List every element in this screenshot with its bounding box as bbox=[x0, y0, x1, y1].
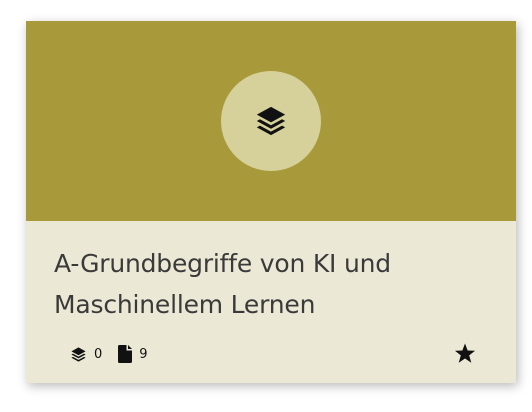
documents-count: 9 bbox=[139, 346, 148, 362]
card-title[interactable]: A-Grundbegriffe von KI und Maschinellem … bbox=[54, 243, 488, 325]
card-header bbox=[26, 21, 516, 221]
modules-count: 0 bbox=[94, 346, 103, 362]
layers-icon bbox=[256, 106, 286, 136]
header-icon-circle bbox=[221, 71, 321, 171]
card-body: A-Grundbegriffe von KI und Maschinellem … bbox=[26, 221, 516, 383]
file-icon bbox=[118, 345, 133, 363]
favorite-star-icon[interactable] bbox=[454, 343, 476, 364]
course-card[interactable]: A-Grundbegriffe von KI und Maschinellem … bbox=[26, 21, 516, 383]
card-stats: 0 9 bbox=[70, 345, 148, 363]
layers-icon bbox=[70, 346, 87, 363]
